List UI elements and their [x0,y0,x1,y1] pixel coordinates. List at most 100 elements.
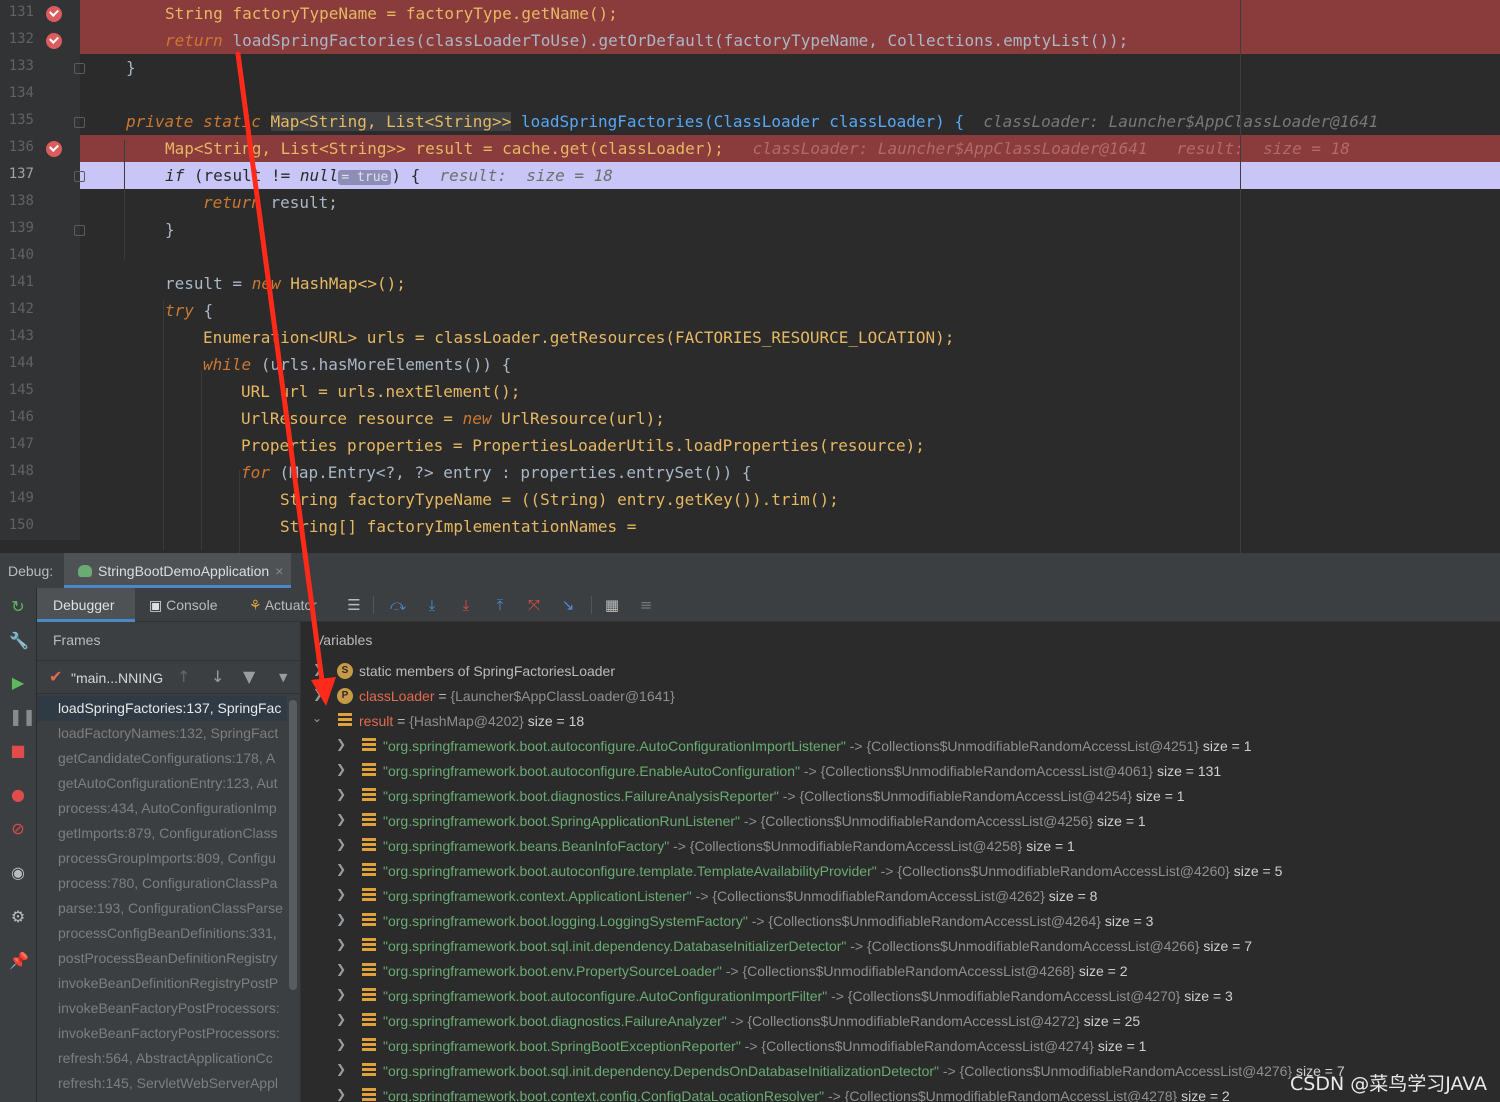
stack-frame[interactable]: process:434, AutoConfigurationImp [37,796,287,821]
gutter[interactable]: 140 [0,243,80,270]
gutter[interactable]: 149 [0,486,80,513]
code-line[interactable]: 146 UrlResource resource = new UrlResourc… [0,405,1500,432]
stack-frame[interactable]: loadSpringFactories:137, SpringFac [37,696,287,721]
map-entry-row[interactable]: ❯ "org.springframework.boot.autoconfigure… [301,858,1500,883]
tab-actuator[interactable]: ⚘ Actuator [249,588,317,622]
chevron-right-icon[interactable]: ❯ [336,1087,346,1101]
code-line[interactable]: 148 for (Map.Entry<?, ?> entry : properti… [0,459,1500,486]
gutter[interactable]: 141 [0,270,80,297]
code-line[interactable]: 144 while (urls.hasMoreElements()) { [0,351,1500,378]
code-line[interactable]: 131 String factoryTypeName = factoryType.… [0,0,1500,27]
stack-frame[interactable]: postProcessBeanDefinitionRegistry [37,946,287,971]
run-to-cursor-icon[interactable]: ↘ [559,596,577,614]
chevron-right-icon[interactable]: ❯ [336,1062,346,1076]
map-entry-row[interactable]: ❯ "org.springframework.boot.diagnostics.F… [301,1008,1500,1033]
chevron-right-icon[interactable]: ❯ [336,812,346,826]
gutter[interactable]: 139 [0,216,85,243]
gutter[interactable]: 147 [0,432,80,459]
code-line[interactable]: 150 String[] factoryImplementationNames = [0,513,1500,540]
map-entry-row[interactable]: ❯ "org.springframework.boot.autoconfigure… [301,758,1500,783]
breakpoint-icon[interactable] [46,6,62,22]
gutter[interactable]: 145 [0,378,80,405]
code-line[interactable]: 143 Enumeration<URL> urls = classLoader.g… [0,324,1500,351]
stack-frame[interactable]: parse:193, ConfigurationClassParse [37,896,287,921]
map-entry-row[interactable]: ❯ "org.springframework.boot.autoconfigure… [301,733,1500,758]
arrow-down-icon[interactable]: ↓ [211,667,224,686]
map-entry-row[interactable]: ❯ "org.springframework.boot.autoconfigure… [301,983,1500,1008]
gutter[interactable]: 150 [0,513,80,540]
filter-icon[interactable]: ▼ [243,667,255,686]
map-entry-row[interactable]: ❯ "org.springframework.boot.diagnostics.F… [301,783,1500,808]
code-line[interactable]: 136 Map<String, List<String>> result = ca… [0,135,1500,162]
gutter[interactable]: 142 [0,297,80,324]
code-line[interactable]: 140 [0,243,1500,270]
chevron-right-icon[interactable]: ❯ [336,912,346,926]
stack-frame[interactable]: getCandidateConfigurations:178, A [37,746,287,771]
map-entry-row[interactable]: ❯ "org.springframework.boot.sql.init.depe… [301,933,1500,958]
chevron-right-icon[interactable]: ❯ [313,687,323,701]
stack-frame[interactable]: getImports:879, ConfigurationClass [37,821,287,846]
stack-frame[interactable]: invokeBeanFactoryPostProcessors: [37,996,287,1021]
mute-breakpoints-icon[interactable]: ⊘ [9,820,27,838]
variable-row-classloader[interactable]: ❯ P classLoader = {Launcher$AppClassLoad… [301,683,1500,708]
map-entry-row[interactable]: ❯ "org.springframework.beans.BeanInfoFact… [301,833,1500,858]
chevron-right-icon[interactable]: ❯ [313,662,323,676]
breakpoint-icon[interactable] [46,33,62,49]
gear-icon[interactable]: ⚙ [9,908,27,926]
pin-icon[interactable]: 📌 [9,952,29,970]
evaluate-expression-icon[interactable]: ▦ [603,596,621,614]
code-line[interactable]: 141 result = new HashMap<>(); [0,270,1500,297]
stack-frame[interactable]: invokeBeanFactoryPostProcessors: [37,1021,287,1046]
code-line[interactable]: 138 return result; [0,189,1500,216]
gutter[interactable]: 132 [0,27,80,54]
gutter[interactable]: 138 [0,189,80,216]
code-line[interactable]: 134 [0,81,1500,108]
gutter[interactable]: 143 [0,324,80,351]
chevron-right-icon[interactable]: ❯ [336,937,346,951]
stack-frame[interactable]: invokeBeanDefinitionRegistryPostP [37,971,287,996]
stack-frame[interactable]: refresh:145, ServletWebServerAppl [37,1071,287,1096]
variable-row-static[interactable]: ❯ S static members of SpringFactoriesLoa… [301,658,1500,683]
gutter[interactable]: 137 [0,162,85,189]
chevron-right-icon[interactable]: ❯ [336,962,346,976]
stack-frame[interactable]: loadFactoryNames:132, SpringFact [37,721,287,746]
force-step-into-icon[interactable]: ⤓ [457,596,475,614]
chevron-right-icon[interactable]: ❯ [336,987,346,1001]
chevron-right-icon[interactable]: ❯ [336,737,346,751]
code-editor[interactable]: 131 String factoryTypeName = factoryType.… [0,0,1500,553]
thread-selector[interactable]: ✔ "main...NNING ↑ ↓ ▼ ▼ [37,660,300,694]
map-entry-row[interactable]: ❯ "org.springframework.boot.SpringBootExc… [301,1033,1500,1058]
breakpoint-icon[interactable] [46,141,62,157]
map-entry-row[interactable]: ❯ "org.springframework.boot.SpringApplica… [301,808,1500,833]
stack-frame[interactable]: processGroupImports:809, Configu [37,846,287,871]
map-entry-row[interactable]: ❯ "org.springframework.boot.env.PropertyS… [301,958,1500,983]
drop-frame-icon[interactable]: ⤧ [525,596,543,614]
rerun-icon[interactable]: ↻ [9,598,27,616]
gutter[interactable]: 136 [0,135,80,162]
gutter[interactable]: 144 [0,351,80,378]
chevron-right-icon[interactable]: ❯ [336,787,346,801]
tab-console[interactable]: ▣ Console [149,588,218,622]
chevron-right-icon[interactable]: ❯ [336,1037,346,1051]
step-out-icon[interactable]: ⤒ [491,596,509,614]
resume-icon[interactable]: ▶ [9,674,27,692]
code-line[interactable]: 133} [0,54,1500,81]
code-line[interactable]: 135 private static Map<String, List<Strin… [0,108,1500,135]
trace-stream-icon[interactable]: ≡ [637,596,655,614]
chevron-right-icon[interactable]: ❯ [336,1012,346,1026]
chevron-right-icon[interactable]: ❯ [336,762,346,776]
code-line[interactable]: 137 if (result != null = true) { result: s… [0,162,1500,189]
gutter[interactable]: 148 [0,459,80,486]
gutter[interactable]: 133 [0,54,85,81]
code-line[interactable]: 145 URL url = urls.nextElement(); [0,378,1500,405]
chevron-down-icon[interactable]: ▼ [279,671,287,684]
chevron-down-icon[interactable]: ⌄ [312,711,322,725]
debug-session-tab[interactable]: StringBootDemoApplication × [64,553,292,588]
code-line[interactable]: 142 try { [0,297,1500,324]
show-execution-point-icon[interactable]: ☰ [345,596,363,614]
arrow-up-icon[interactable]: ↑ [177,667,190,686]
chevron-right-icon[interactable]: ❯ [336,887,346,901]
frames-scrollbar[interactable] [289,700,297,990]
gutter[interactable]: 134 [0,81,80,108]
view-breakpoints-icon[interactable]: ● [9,786,27,804]
